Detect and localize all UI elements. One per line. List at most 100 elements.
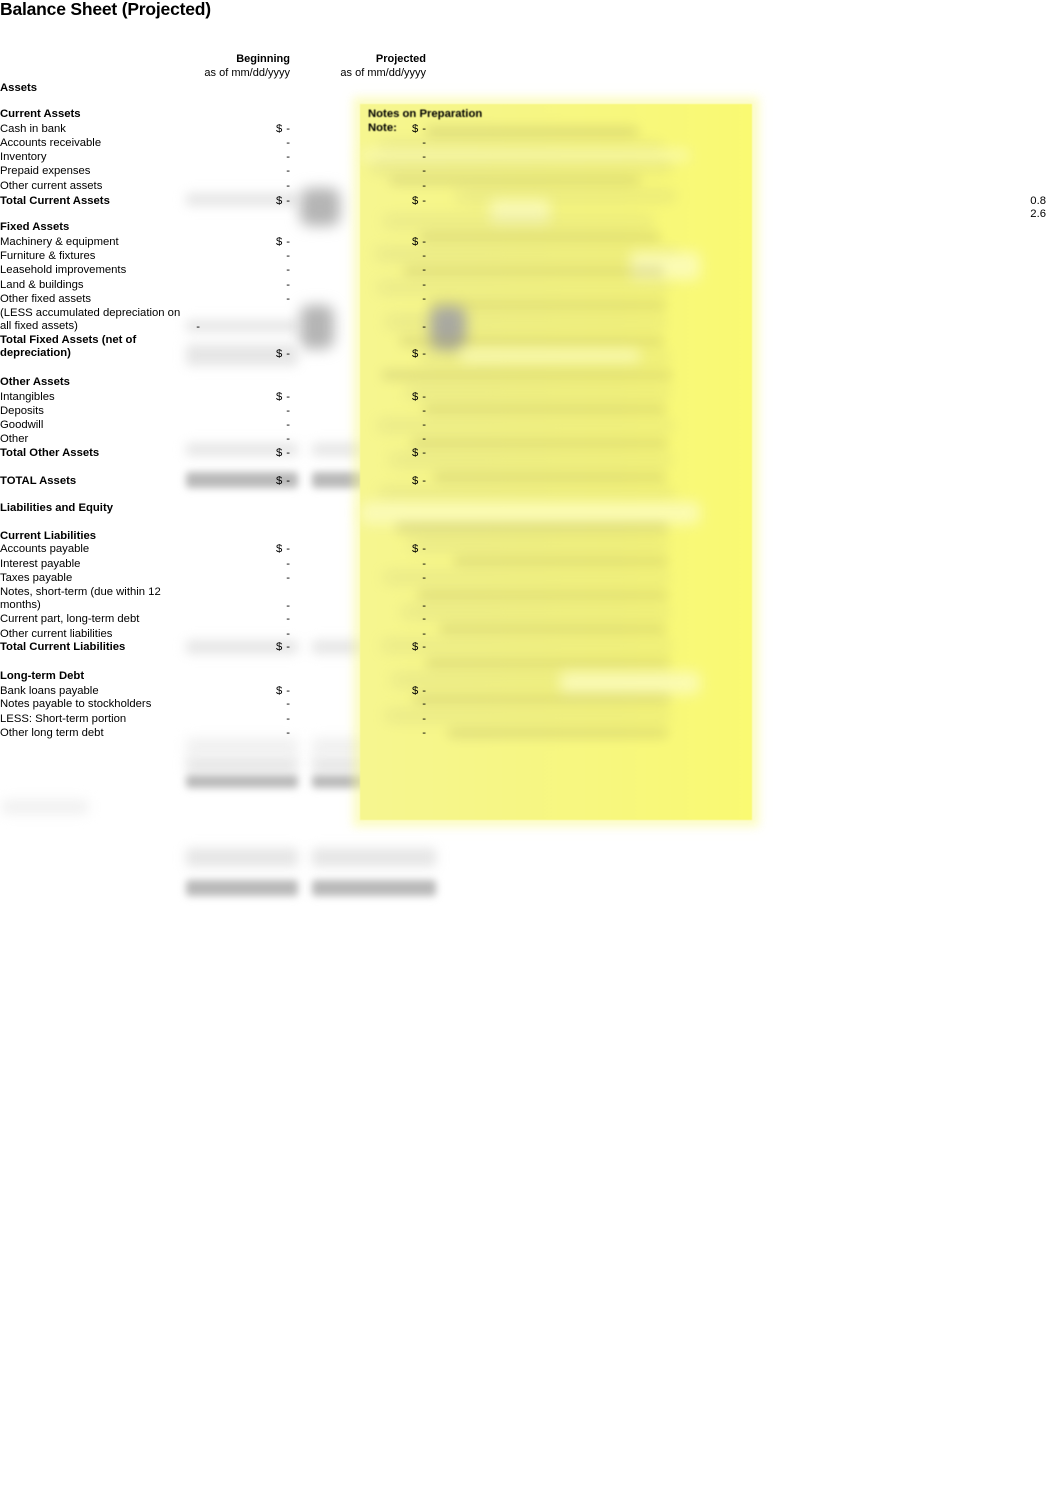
cell-projected[interactable]: -	[412, 571, 426, 585]
cell-beginning[interactable]: -	[276, 612, 290, 626]
cell-value: -	[422, 405, 426, 417]
cell-beginning[interactable]: -	[276, 404, 290, 418]
cell-beginning[interactable]: $ -	[276, 474, 290, 488]
cell-projected[interactable]: -	[412, 179, 426, 193]
cell-value: -	[286, 558, 290, 570]
page-title: Balance Sheet (Projected)	[0, 0, 211, 19]
cell-projected[interactable]: $ -	[412, 474, 426, 488]
cell-projected[interactable]: $ -	[412, 122, 426, 136]
currency-symbol: $	[412, 236, 419, 248]
cell-projected[interactable]: -	[412, 263, 426, 277]
row-label: Taxes payable	[0, 572, 73, 584]
cell-beginning[interactable]: -	[276, 136, 290, 150]
cell-projected[interactable]: -	[412, 432, 426, 446]
cell-beginning[interactable]: -	[276, 712, 290, 726]
cell-projected[interactable]: -	[412, 249, 426, 263]
table-row: Intangibles $ - $ -	[0, 390, 1062, 404]
table-row: Land & buildings - -	[0, 278, 1062, 292]
row-label: (LESS accumulated depreciation on all fi…	[0, 307, 181, 333]
cell-projected[interactable]: $ -	[412, 446, 426, 460]
cell-projected[interactable]: -	[412, 557, 426, 571]
section-heading-assets-row: Assets	[0, 81, 1062, 95]
cell-projected[interactable]: -	[412, 697, 426, 711]
table-row: Goodwill - -	[0, 418, 1062, 432]
cell-value: -	[286, 405, 290, 417]
cell-beginning[interactable]: $ -	[276, 542, 290, 556]
cell-value: -	[422, 543, 426, 555]
redacted-cell	[186, 775, 298, 788]
cell-value: -	[422, 321, 426, 333]
row-label: Other fixed assets	[0, 293, 92, 305]
row-label: Other long term debt	[0, 727, 104, 739]
cell-value: -	[286, 572, 290, 584]
cell-projected[interactable]: $ -	[412, 235, 426, 249]
cell-beginning[interactable]: $ -	[276, 390, 290, 404]
cell-beginning[interactable]: $ -	[276, 640, 290, 654]
cell-projected[interactable]: -	[412, 712, 426, 726]
cell-projected[interactable]: -	[412, 320, 426, 334]
cell-beginning[interactable]: -	[276, 164, 290, 178]
row-label: Prepaid expenses	[0, 165, 91, 177]
row-label: Other	[0, 433, 29, 445]
cell-beginning[interactable]: $ -	[276, 347, 290, 361]
table-row: LESS: Short-term portion - -	[0, 712, 1062, 726]
row-label: Notes payable to stockholders	[0, 698, 152, 710]
cell-projected[interactable]: $ -	[412, 390, 426, 404]
cell-beginning[interactable]: $ -	[276, 235, 290, 249]
row-label: Accounts payable	[0, 543, 90, 555]
cell-value: -	[286, 641, 290, 653]
cell-projected[interactable]: -	[412, 726, 426, 740]
cell-beginning[interactable]: -	[276, 179, 290, 193]
cell-beginning[interactable]: -	[276, 278, 290, 292]
cell-value: -	[286, 236, 290, 248]
section-heading-long-term-debt: Long-term Debt	[0, 670, 85, 682]
cell-projected[interactable]: $ -	[412, 347, 426, 361]
cell-projected[interactable]: -	[412, 136, 426, 150]
cell-value: -	[286, 613, 290, 625]
cell-value: -	[422, 279, 426, 291]
cell-beginning[interactable]: -	[276, 557, 290, 571]
table-row-total: Total Other Assets $ - $ -	[0, 446, 1062, 460]
cell-beginning[interactable]: -	[276, 292, 290, 306]
cell-beginning[interactable]: $ -	[276, 122, 290, 136]
cell-beginning[interactable]: -	[276, 150, 290, 164]
cell-value: -	[286, 447, 290, 459]
cell-value: -	[286, 475, 290, 487]
cell-projected[interactable]: -	[412, 150, 426, 164]
row-label: Other current assets	[0, 180, 103, 192]
cell-value: -	[422, 558, 426, 570]
cell-projected[interactable]: -	[412, 164, 426, 178]
cell-beginning[interactable]: -	[276, 263, 290, 277]
section-heading-liabilities-row: Liabilities and Equity	[0, 501, 1062, 515]
row-label: Total Current Assets	[0, 195, 110, 207]
cell-value: -	[286, 698, 290, 710]
cell-projected[interactable]: -	[412, 418, 426, 432]
cell-beginning[interactable]: -	[276, 697, 290, 711]
cell-value: -	[422, 293, 426, 305]
cell-beginning[interactable]: $ -	[276, 446, 290, 460]
cell-beginning[interactable]: -	[276, 571, 290, 585]
cell-value: -	[422, 165, 426, 177]
cell-projected[interactable]: -	[412, 404, 426, 418]
cell-beginning[interactable]: -	[276, 432, 290, 446]
cell-projected[interactable]: $ -	[412, 194, 426, 208]
table-row-grand-total: TOTAL Assets $ - $ -	[0, 474, 1062, 488]
cell-projected[interactable]: -	[412, 612, 426, 626]
cell-value: -	[422, 475, 426, 487]
currency-symbol: $	[412, 195, 419, 207]
cell-beginning[interactable]: -	[276, 418, 290, 432]
cell-projected[interactable]: -	[412, 278, 426, 292]
cell-beginning[interactable]: -	[276, 249, 290, 263]
cell-projected[interactable]: $ -	[412, 640, 426, 654]
row-label: TOTAL Assets	[0, 475, 77, 487]
cell-projected[interactable]: $ -	[412, 542, 426, 556]
currency-symbol: $	[276, 123, 283, 135]
cell-value: -	[422, 123, 426, 135]
section-heading-assets: Assets	[0, 82, 38, 94]
cell-beginning[interactable]: $ -	[276, 194, 290, 208]
cell-beginning[interactable]: -	[276, 726, 290, 740]
cell-value: -	[422, 572, 426, 584]
cell-value: -	[422, 180, 426, 192]
cell-value: -	[286, 195, 290, 207]
cell-projected[interactable]: -	[412, 292, 426, 306]
